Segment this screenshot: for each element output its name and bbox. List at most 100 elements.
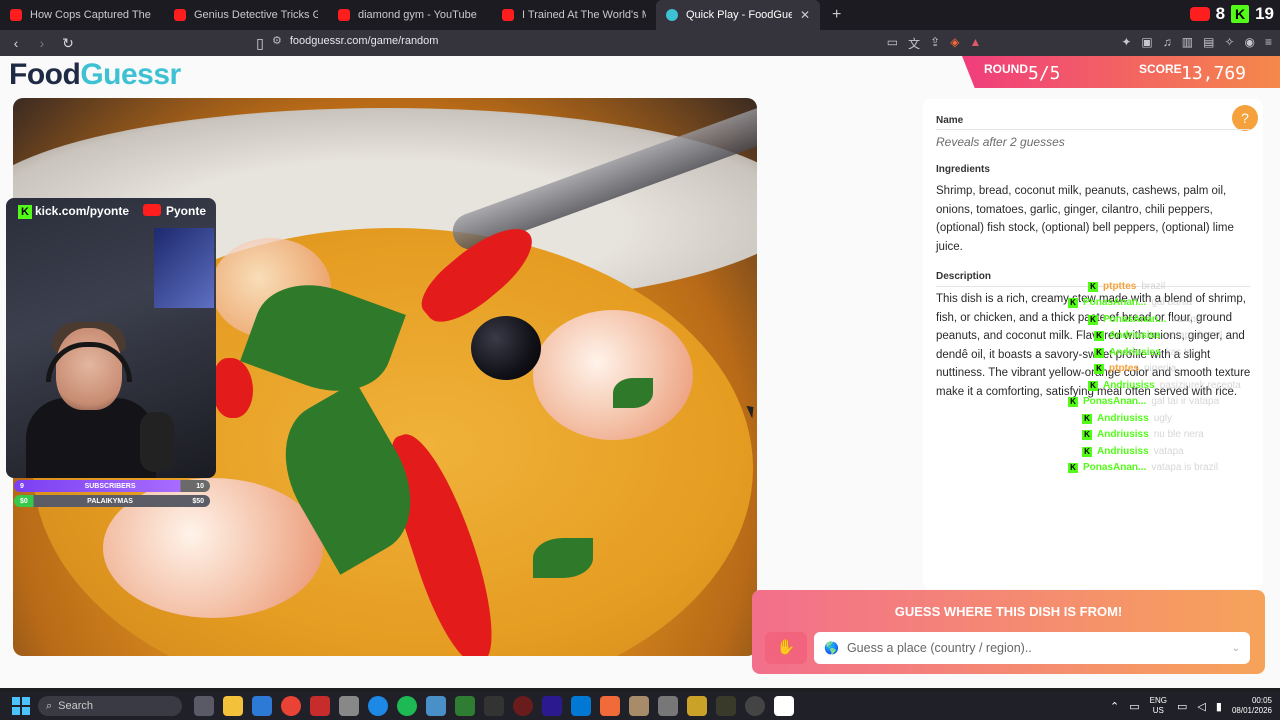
steam-icon[interactable] [745, 696, 765, 716]
palaikymas-current: $0 [20, 497, 28, 505]
app-icon[interactable] [774, 696, 794, 716]
edge-icon[interactable] [368, 696, 388, 716]
round-value: 5/5 [1028, 63, 1061, 84]
site-info-icon[interactable]: ⚙ [272, 34, 282, 47]
tray-app-icon[interactable]: ▭ [1129, 700, 1139, 713]
clock[interactable]: 00:05 08/01/2026 [1232, 696, 1272, 716]
app-icon[interactable] [629, 696, 649, 716]
chat-text: vatapa [1171, 314, 1202, 325]
youtube-favicon-icon [338, 9, 350, 21]
foodguessr-logo[interactable]: FoodGuessr [9, 58, 181, 92]
name-value: Reveals after 2 guesses [936, 135, 1065, 149]
share-icon[interactable]: ⇪ [930, 35, 940, 52]
youtube-favicon-icon [502, 9, 514, 21]
media-icon[interactable]: ♫ [1163, 35, 1172, 52]
chrome-icon[interactable] [281, 696, 301, 716]
extensions-icon[interactable]: ✦ [1121, 35, 1131, 52]
close-tab-icon[interactable]: ✕ [800, 8, 810, 22]
battery-icon[interactable]: ▮ [1216, 700, 1222, 713]
url-field[interactable]: ⚙ foodguessr.com/game/random [272, 34, 439, 48]
tab[interactable]: diamond gym - YouTube [328, 0, 492, 30]
youtube-handle: Pyonte [142, 204, 206, 218]
brave-icon[interactable] [600, 696, 620, 716]
vpn-icon[interactable]: ◉ [1245, 35, 1255, 52]
chat-text: nigerija [1144, 363, 1177, 374]
tab-active[interactable]: Quick Play - FoodGuessr | Food ✕ [656, 0, 820, 30]
chat-text: vatapa is brazil [1151, 462, 1219, 473]
app-icon[interactable] [716, 696, 736, 716]
snipping-icon[interactable] [310, 696, 330, 716]
youtube-favicon-icon [174, 9, 186, 21]
pinned-apps [194, 696, 794, 716]
cilantro [533, 538, 593, 578]
divider [936, 129, 1250, 130]
store-icon[interactable] [252, 696, 272, 716]
guess-panel: GUESS WHERE THIS DISH IS FROM! ✋ 🌎 ⌄ [752, 590, 1265, 674]
chat-text: vatapa brazil [1165, 330, 1223, 341]
obs-icon[interactable] [513, 696, 533, 716]
forward-icon[interactable]: › [32, 35, 52, 51]
menu-icon[interactable]: ≡ [1265, 35, 1272, 52]
taskbar-search[interactable]: ⌕ Search [38, 696, 182, 716]
leo-icon[interactable]: ✧ [1224, 35, 1234, 52]
tab[interactable]: Genius Detective Tricks Guilty Suspe [164, 0, 328, 30]
reader-icon[interactable]: ▭ [887, 35, 898, 52]
ingredients-label: Ingredients [936, 164, 990, 175]
wallet-icon[interactable]: ▤ [1203, 35, 1214, 52]
spotify-icon[interactable] [397, 696, 417, 716]
language-indicator[interactable]: ENG US [1150, 696, 1167, 716]
foodguessr-favicon-icon [666, 9, 678, 21]
chat-username: Andriusiss [1109, 330, 1161, 341]
task-view-icon[interactable] [194, 696, 214, 716]
file-explorer-icon[interactable] [223, 696, 243, 716]
back-icon[interactable]: ‹ [6, 35, 26, 51]
guess-input-wrapper[interactable]: 🌎 ⌄ [814, 632, 1250, 664]
chat-username: Andriusiss [1097, 446, 1149, 457]
brave-shield-icon[interactable]: ◈ [950, 35, 959, 52]
chat-username: Andriusiss [1097, 429, 1149, 440]
stream-handles: Kkick.com/pyonte Pyonte [6, 198, 216, 224]
tray-chevron-icon[interactable]: ⌃ [1110, 700, 1119, 713]
sidebar-icon[interactable]: ▥ [1182, 35, 1193, 52]
premiere-icon[interactable] [542, 696, 562, 716]
app-icon[interactable] [687, 696, 707, 716]
start-button[interactable] [12, 697, 30, 715]
app-icon[interactable] [571, 696, 591, 716]
tab[interactable]: How Cops Captured The Minnesota [0, 0, 164, 30]
black-olive [471, 316, 541, 380]
capcut-icon[interactable] [339, 696, 359, 716]
subscribers-goal: 10 [196, 482, 204, 490]
chat-username: PonasAnan... [1083, 297, 1147, 308]
reload-icon[interactable]: ↻ [58, 35, 78, 52]
subscribers-goal-bar: 9 SUBSCRIBERS 10 [14, 480, 210, 492]
chat-message: K Andriusiss vatapa brazil [1094, 330, 1222, 341]
chat-message: K PonasAnan... vatapa [1088, 314, 1201, 325]
help-icon[interactable]: ? [1232, 105, 1258, 131]
chevron-down-icon[interactable]: ⌄ [1232, 643, 1240, 654]
tab[interactable]: I Trained At The World's Most Dange [492, 0, 656, 30]
logo-guessr: Guessr [80, 58, 181, 91]
cilantro [613, 378, 653, 408]
bookmark-icon[interactable]: ▯ [250, 35, 270, 52]
tab-title: diamond gym - YouTube [358, 9, 477, 21]
app-icon[interactable] [484, 696, 504, 716]
network-icon[interactable]: ▭ [1177, 700, 1187, 713]
guess-input[interactable] [846, 641, 1224, 655]
volume-icon[interactable]: ◁ [1197, 700, 1205, 713]
chat-text: nu ble nera [1153, 429, 1204, 440]
kick-badge-icon: K [1068, 297, 1078, 308]
stream-counters: 8 K 19 [1189, 4, 1274, 24]
screenshot-icon[interactable]: ▣ [1141, 35, 1152, 52]
app-icon[interactable] [455, 696, 475, 716]
hint-button[interactable]: ✋ [765, 632, 807, 664]
chat-text: ugly [1153, 413, 1173, 424]
chat-message: K Andriusiss nu ble nera [1082, 429, 1204, 440]
new-tab-button[interactable]: + [832, 6, 841, 24]
url-text: foodguessr.com/game/random [289, 34, 439, 47]
rewards-icon[interactable]: ▲ [969, 35, 981, 52]
app-icon[interactable] [658, 696, 678, 716]
translate-icon[interactable]: 文 [908, 35, 920, 52]
subscribers-label: SUBSCRIBERS [84, 482, 136, 490]
photos-icon[interactable] [426, 696, 446, 716]
round-label: ROUND [984, 62, 1028, 76]
